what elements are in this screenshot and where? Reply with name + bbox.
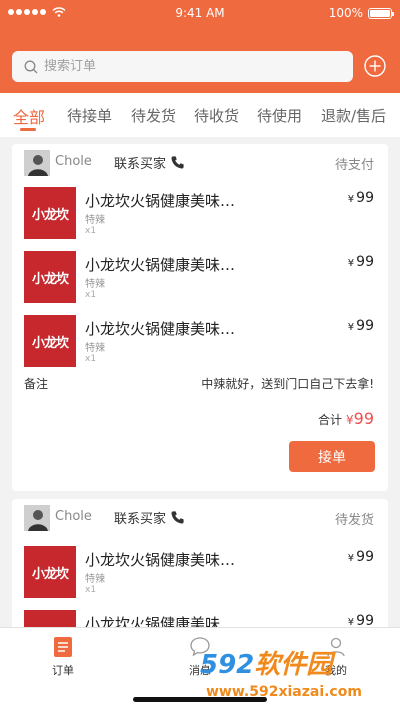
product-qty: x1 [85,226,97,236]
search-input[interactable] [44,59,324,74]
product-image: 小龙坎 [24,315,76,367]
order-card: Chole 联系买家 待支付 小龙坎 小龙坎火锅健康美味… 特辣 x1 ¥99 … [12,144,388,491]
order-status: 待支付 [334,158,374,173]
order-total: 合计 ¥99 [317,409,374,428]
tab-refund[interactable]: 退款/售后 [321,105,386,126]
search-icon [24,60,38,73]
order-item[interactable]: 小龙坎 小龙坎火锅健康美味… 特辣 x1 ¥99 [12,315,388,379]
avatar [24,150,50,176]
order-header: Chole 联系买家 待支付 [12,144,388,176]
contact-label: 联系买家 [114,512,167,527]
contact-buyer-button[interactable]: 联系买家 [114,153,185,172]
avatar [24,505,50,531]
tab-pending-accept[interactable]: 待接单 [67,105,112,126]
contact-buyer-button[interactable]: 联系买家 [114,508,185,527]
product-title: 小龙坎火锅健康美味… [85,320,236,338]
add-icon[interactable] [364,55,386,77]
product-qty: x1 [85,354,97,364]
remark-label: 备注 [24,377,49,391]
product-spec: 特辣 [85,343,105,354]
order-status: 待发货 [334,513,374,528]
product-spec: 特辣 [85,574,105,585]
product-price: ¥99 [347,190,374,206]
product-qty: x1 [85,290,97,300]
phone-icon [171,511,184,524]
order-item[interactable]: 小龙坎 小龙坎火锅健康美味… 特辣 x1 ¥99 [12,187,388,251]
product-price: ¥99 [347,549,374,565]
product-qty: x1 [85,585,97,595]
remark-text: 中辣就好，送到门口自己下去拿! [201,377,374,391]
home-indicator [133,697,267,702]
order-header: Chole 联系买家 待发货 [12,499,388,531]
battery-icon [368,7,394,19]
active-tab-indicator [20,128,36,131]
order-tabs: 全部 待接单 待发货 待收货 待使用 退款/售后 [0,93,400,137]
product-price: ¥99 [347,318,374,334]
accept-order-button[interactable]: 接单 [289,441,375,472]
tabbar-item-orders[interactable]: 订单 [33,636,93,678]
tab-pending-receive[interactable]: 待收货 [194,105,239,126]
contact-label: 联系买家 [114,157,167,172]
order-icon [54,637,72,657]
product-title: 小龙坎火锅健康美味… [85,551,236,569]
buyer-name: Chole [55,509,92,524]
search-box[interactable] [12,51,353,82]
product-title: 小龙坎火锅健康美味… [85,192,236,210]
battery-area: 100% [328,6,394,20]
phone-icon [171,156,184,169]
product-title: 小龙坎火锅健康美味… [85,256,236,274]
buyer-name: Chole [55,154,92,169]
battery-percent: 100% [328,6,363,20]
tab-pending-use[interactable]: 待使用 [257,105,302,126]
order-item[interactable]: 小龙坎 小龙坎火锅健康美味… 特辣 x1 ¥99 [12,546,388,610]
product-spec: 特辣 [85,215,105,226]
product-price: ¥99 [347,254,374,270]
status-bar: 9:41 AM 100% [0,0,400,28]
watermark-logo: 592软件园 [200,650,333,680]
order-item[interactable]: 小龙坎 小龙坎火锅健康美味… 特辣 x1 ¥99 [12,251,388,315]
header-bar: 9:41 AM 100% [0,0,400,93]
tab-all[interactable]: 全部 [13,104,45,128]
tabbar-label: 订单 [52,664,74,677]
tab-pending-ship[interactable]: 待发货 [131,105,176,126]
product-spec: 特辣 [85,279,105,290]
product-image: 小龙坎 [24,546,76,598]
product-image: 小龙坎 [24,187,76,239]
product-image: 小龙坎 [24,251,76,303]
